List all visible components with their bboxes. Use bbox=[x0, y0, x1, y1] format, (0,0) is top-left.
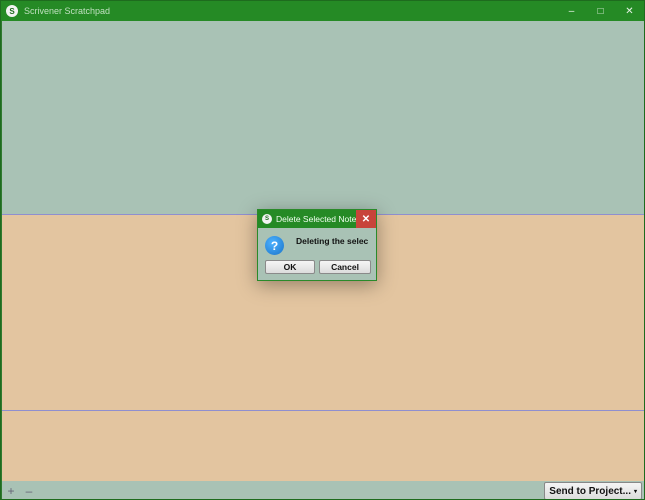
delete-note-dialog: S Delete Selected Note? ✕ ? Deleting the… bbox=[257, 209, 377, 281]
scrivener-app-icon: S bbox=[6, 5, 18, 17]
question-icon: ? bbox=[265, 236, 284, 255]
notes-list-pane[interactable] bbox=[2, 21, 644, 215]
dialog-message: Deleting the selec bbox=[296, 236, 369, 246]
dialog-close-button[interactable]: ✕ bbox=[356, 210, 376, 228]
send-to-project-label: Send to Project... bbox=[549, 485, 631, 497]
dialog-title-bar[interactable]: S Delete Selected Note? ✕ bbox=[258, 210, 376, 228]
cancel-button[interactable]: Cancel bbox=[319, 260, 371, 274]
scratchpad-window: S Scrivener Scratchpad – □ ✕ + – Send to… bbox=[0, 0, 645, 500]
add-note-button[interactable]: + bbox=[2, 481, 20, 499]
note-footer-pane[interactable] bbox=[2, 411, 644, 481]
send-to-project-button[interactable]: Send to Project... ▾ bbox=[544, 482, 642, 499]
maximize-button[interactable]: □ bbox=[586, 1, 615, 21]
bottom-toolbar: + – Send to Project... ▾ bbox=[2, 481, 644, 499]
scrivener-app-icon: S bbox=[262, 214, 272, 224]
window-controls: – □ ✕ bbox=[557, 1, 644, 21]
chevron-down-icon: ▾ bbox=[633, 488, 637, 495]
window-title: Scrivener Scratchpad bbox=[24, 6, 111, 16]
dialog-title: Delete Selected Note? bbox=[276, 214, 362, 224]
title-bar[interactable]: S Scrivener Scratchpad – □ ✕ bbox=[1, 1, 644, 21]
ok-button[interactable]: OK bbox=[265, 260, 315, 274]
close-button[interactable]: ✕ bbox=[615, 1, 644, 21]
remove-note-button[interactable]: – bbox=[20, 481, 38, 499]
minimize-button[interactable]: – bbox=[557, 1, 586, 21]
